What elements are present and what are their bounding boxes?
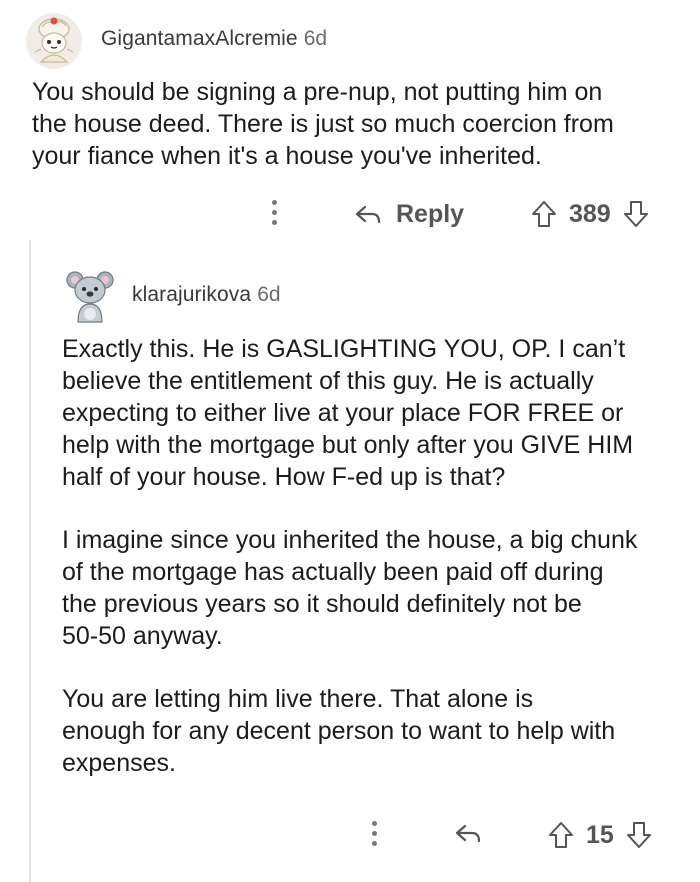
vote-score: 389 [569,199,611,228]
comment-line: I imagine since you inherited the house,… [62,526,638,554]
reply-button[interactable]: Reply [354,200,464,229]
vote-score: 15 [586,820,614,849]
comment-paragraph: Exactly this. He is GASLIGHTING YOU, OP.… [62,333,692,493]
comment-body: You should be signing a pre-nup, not put… [32,76,682,172]
username[interactable]: GigantamaxAlcremie [101,27,298,50]
avatar[interactable] [66,268,114,324]
thread-line[interactable] [29,240,31,882]
koala-avatar-icon [66,271,114,323]
more-options-button[interactable] [370,821,378,846]
upvote-arrow-icon[interactable] [529,199,559,229]
comment-line: help with the mortgage but only after yo… [62,431,634,459]
comment-body: Exactly this. He is GASLIGHTING YOU, OP.… [62,333,692,779]
more-options-icon [270,200,278,225]
downvote-arrow-icon[interactable] [624,820,654,850]
more-options-button[interactable] [270,200,278,225]
comment-line: the house deed. There is just so much co… [32,110,614,138]
vote-controls: 389 [529,199,651,229]
alcremie-avatar-icon [26,13,82,69]
reply-label: Reply [396,200,465,228]
comment-paragraph: You are letting him live there. That alo… [62,683,692,779]
comment-line: believe the entitlement of this guy. He … [62,367,594,395]
reply-arrow-icon [455,824,481,843]
vote-controls: 15 [546,820,654,850]
timestamp: 6d [303,27,328,50]
comment-line: expenses. [62,749,176,777]
comment-line: half of your house. How F-ed up is that? [62,463,506,491]
more-options-icon [370,821,378,846]
username[interactable]: klarajurikova [132,283,251,306]
comment-line: enough for any decent person to want to … [62,717,616,745]
comment-line: of the mortgage has actually been paid o… [62,558,604,586]
comment-paragraph: I imagine since you inherited the house,… [62,524,692,652]
downvote-arrow-icon[interactable] [621,199,651,229]
upvote-arrow-icon[interactable] [546,820,576,850]
comment-line: 50-50 anyway. [62,622,223,650]
reply-button[interactable] [454,822,482,851]
comment-line: expecting to either live at your place F… [62,399,624,427]
reply-arrow-icon [355,205,381,223]
comment-line: the previous years so it should definite… [62,590,582,618]
comment-header: GigantamaxAlcremie 6d [101,27,327,51]
comment-line: You should be signing a pre-nup, not put… [32,78,603,106]
timestamp: 6d [257,283,281,306]
comment-header: klarajurikova 6d [132,283,281,307]
comment-line: Exactly this. He is GASLIGHTING YOU, OP.… [62,335,626,363]
comment-line: You are letting him live there. That alo… [62,685,534,713]
avatar[interactable] [25,12,83,70]
comment-line: your fiance when it's a house you've inh… [32,142,542,170]
